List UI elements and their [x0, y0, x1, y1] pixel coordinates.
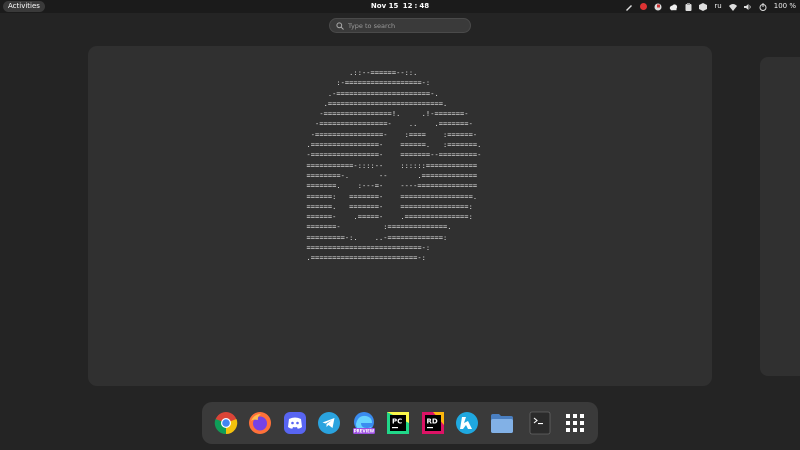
rider-label: RD: [427, 418, 438, 426]
ascii-line: -================- .. .=======-: [315, 120, 473, 129]
ascii-line: -================- :==== :======-: [310, 130, 478, 139]
clipboard-icon[interactable]: [685, 2, 692, 11]
ascii-line: ===========================-:: [306, 244, 431, 253]
ascii-art-logo: .::--======--::. :-==================-: …: [298, 68, 482, 264]
ascii-line: ======- .=====- .===============:: [306, 213, 473, 222]
search-input[interactable]: Type to search: [329, 18, 471, 33]
search-placeholder: Type to search: [348, 22, 396, 30]
pen-icon[interactable]: [625, 3, 633, 11]
ascii-line: =======. :---=- ----==============: [306, 182, 478, 191]
ascii-line: -================- =======--=========-: [306, 151, 482, 160]
ascii-line: .::--======--::.: [349, 69, 418, 77]
pycharm-icon[interactable]: PC: [386, 411, 410, 435]
power-icon[interactable]: [759, 2, 767, 11]
secondary-window-preview[interactable]: [760, 57, 800, 376]
pycharm-label: PC: [392, 418, 402, 426]
app-indicator-red-icon[interactable]: [640, 3, 648, 10]
ascii-line: :-==================-:: [336, 79, 431, 88]
system-tray: ru 100 %: [625, 0, 796, 13]
flag-icon[interactable]: [654, 3, 662, 11]
ascii-line: =======- :==============.: [306, 223, 452, 232]
clock-hour: 12: [402, 2, 413, 10]
ascii-line: ===========-::::-- ::::::============: [306, 161, 478, 170]
clock-minute: 48: [419, 2, 430, 10]
ascii-line: .=========================-:: [298, 254, 426, 263]
keyboard-layout-indicator[interactable]: ru: [714, 0, 721, 13]
clock-separator: :: [414, 2, 418, 10]
rider-icon[interactable]: RD: [421, 411, 445, 435]
ascii-line: =========-:. ..-=============:: [306, 233, 448, 242]
clock-date: Nov 15: [370, 2, 399, 10]
app-grid-icon[interactable]: [563, 411, 587, 435]
telegram-icon[interactable]: [317, 411, 341, 435]
ascii-line: .===========================.: [323, 99, 448, 108]
ascii-line: .-======================-.: [327, 89, 439, 98]
cloud-icon[interactable]: [669, 3, 678, 11]
discord-icon[interactable]: [283, 411, 307, 435]
files-icon[interactable]: [490, 411, 514, 435]
ascii-line: ========-. -- .=============: [306, 171, 478, 180]
volume-icon[interactable]: [743, 3, 752, 11]
terminal-icon[interactable]: [528, 411, 552, 435]
kde-connect-icon[interactable]: [455, 411, 479, 435]
ascii-line: .================- ======. :=======.: [306, 141, 482, 150]
preview-badge: PREVIEW: [354, 429, 375, 434]
edge-preview-icon[interactable]: PREVIEW: [352, 411, 376, 435]
chrome-icon[interactable]: [214, 411, 238, 435]
wifi-icon[interactable]: [728, 3, 737, 11]
top-bar: Activities Nov 15 12:48 ru 100 %: [0, 0, 800, 13]
ascii-line: ======: =======- =================.: [306, 192, 478, 201]
battery-percentage[interactable]: 100 %: [774, 0, 796, 13]
search-icon: [336, 22, 344, 30]
firefox-icon[interactable]: [248, 411, 272, 435]
ascii-line: ======. =======- ================:: [306, 202, 473, 211]
cube-icon[interactable]: [699, 2, 708, 11]
dock: PREVIEW PC RD: [202, 402, 598, 444]
ascii-line: -================!. .!-=======-: [319, 110, 469, 119]
